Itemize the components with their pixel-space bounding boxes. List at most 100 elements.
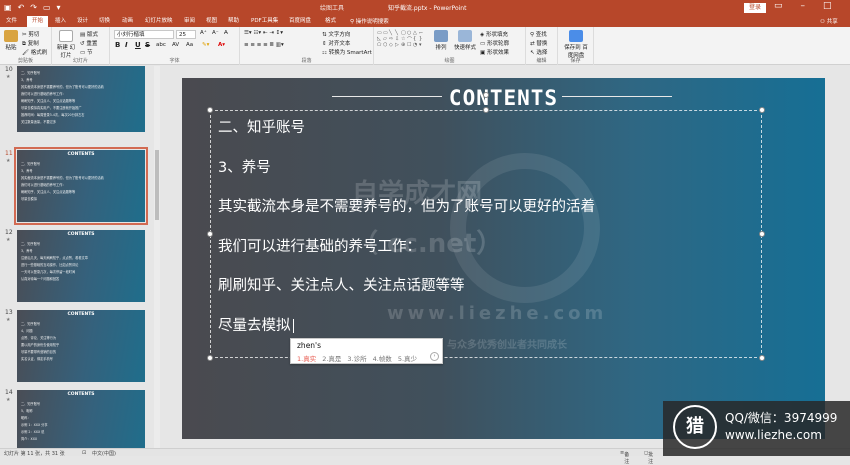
thumbnail-scrollbar[interactable]: [154, 66, 160, 448]
bullets-icon[interactable]: ☰▾ ☷▾ ⇤ ⇥ ↕▾: [244, 30, 283, 36]
thumbnail-slide-10[interactable]: 二、知乎账号 3、养号 其实截流本身是不需要养号的，但为了账号可以更好的活着 我…: [17, 66, 145, 132]
thumb-number: 11: [5, 150, 13, 157]
undo-icon[interactable]: ↶: [18, 3, 25, 12]
shape-effects-button[interactable]: ▣ 形状效果: [480, 48, 509, 56]
start-from-beginning-icon[interactable]: ▭: [43, 3, 51, 12]
comments-button[interactable]: ◻ 批注: [644, 450, 648, 456]
align-icons[interactable]: ≡ ≡ ≡ ≡ ≣ ▥▾: [244, 42, 284, 48]
shrink-font-icon[interactable]: A⁻: [212, 30, 219, 36]
tell-me-search[interactable]: ⚲ 操作说明搜索: [350, 17, 389, 25]
tab-animations[interactable]: 动画: [122, 17, 133, 27]
notes-button[interactable]: ≡ 备注: [620, 450, 624, 456]
paste-button[interactable]: 粘贴: [3, 30, 19, 51]
new-slide-button[interactable]: 新建 幻灯片: [56, 30, 76, 59]
replace-button[interactable]: ⇄ 替换: [530, 39, 547, 47]
redo-icon[interactable]: ↷: [30, 3, 37, 12]
thumbnail-slide-12[interactable]: CONTENTS 二、知乎账号 3、养号 注册后几天，每天刷刷知乎，点点赞，看看…: [17, 230, 145, 302]
group-label-clipboard: 剪贴板: [0, 57, 51, 64]
resize-handle[interactable]: [207, 231, 213, 237]
text-box-selection[interactable]: [210, 110, 762, 358]
grow-font-icon[interactable]: A⁺: [200, 30, 207, 36]
strikethrough-button[interactable]: S: [145, 41, 150, 49]
group-drawing: ▭▭╲╲▢○△⌐ ◺▱⇨⇩☆⌒{} ⬠⬡◇▷⊕☐◔▾ 排列 快速样式 ◈ 形状填…: [374, 27, 526, 65]
save-icon[interactable]: ▣: [4, 3, 12, 12]
resize-handle[interactable]: [483, 107, 489, 113]
bold-button[interactable]: B: [115, 41, 120, 49]
brand-url: www.liezhe.com: [725, 428, 822, 442]
arrange-button[interactable]: 排列: [432, 30, 450, 51]
tab-format[interactable]: 格式: [325, 17, 336, 27]
ribbon-display-icon[interactable]: ▭: [774, 1, 783, 11]
ime-candidate[interactable]: 2.真是: [322, 353, 341, 363]
thumbnail-slide-13[interactable]: CONTENTS 二、知乎账号 4、问题 点赞、评论、关注等行为 要以用户的身份…: [17, 310, 145, 382]
tab-transitions[interactable]: 切换: [99, 17, 110, 27]
shape-fill-button[interactable]: ◈ 形状填充: [480, 30, 508, 38]
group-label-drawing: 绘图: [374, 57, 525, 64]
login-button[interactable]: 登录: [744, 3, 766, 13]
animation-star-icon: ★: [6, 397, 10, 403]
change-case-button[interactable]: Aa: [186, 42, 193, 48]
ime-candidate[interactable]: 1.真实: [297, 353, 316, 363]
font-size-combo[interactable]: 25: [176, 30, 196, 39]
save-to-baidu-button[interactable]: 保存到 百度网盘: [562, 30, 590, 59]
customize-qat-icon[interactable]: ▾: [57, 3, 61, 12]
tab-slideshow[interactable]: 幻灯片放映: [145, 17, 173, 27]
tab-home[interactable]: 开始: [27, 16, 48, 27]
text-direction-button[interactable]: ⇅ 文字方向: [322, 30, 350, 38]
rotate-handle[interactable]: [483, 92, 489, 98]
group-save: 保存到 百度网盘 保存: [558, 27, 594, 65]
tab-view[interactable]: 视图: [206, 17, 217, 27]
slide-title[interactable]: CONTENTS: [182, 86, 825, 110]
quick-access-toolbar: ▣ ↶ ↷ ▭ ▾: [4, 3, 61, 12]
layout-button[interactable]: ▤ 版式: [80, 30, 98, 38]
font-name-combo[interactable]: 小刘行楷填: [114, 30, 174, 39]
minimize-icon[interactable]: –: [801, 1, 806, 11]
resize-handle[interactable]: [207, 355, 213, 361]
tab-pdf-tools[interactable]: PDF工具集: [251, 17, 278, 27]
convert-smartart-button[interactable]: ⚏ 转换为 SmartArt: [322, 48, 372, 56]
thumbnail-scroll-thumb[interactable]: [155, 150, 159, 220]
spellcheck-icon[interactable]: ⊡: [82, 450, 86, 456]
shapes-gallery[interactable]: ▭▭╲╲▢○△⌐ ◺▱⇨⇩☆⌒{} ⬠⬡◇▷⊕☐◔▾: [377, 30, 427, 54]
tab-review[interactable]: 审阅: [184, 17, 195, 27]
find-button[interactable]: ⚲ 查找: [530, 30, 547, 38]
next-page-icon[interactable]: ›: [430, 352, 439, 361]
align-text-button[interactable]: ⇕ 对齐文本: [322, 39, 350, 47]
animation-star-icon: ★: [6, 158, 10, 164]
tab-insert[interactable]: 插入: [55, 17, 66, 27]
resize-handle[interactable]: [759, 107, 765, 113]
shape-outline-button[interactable]: ▭ 形状轮廓: [480, 39, 509, 47]
ime-candidate[interactable]: 3.诊所: [347, 353, 366, 363]
new-slide-icon: [59, 30, 73, 42]
thumbnail-slide-11[interactable]: CONTENTS 二、知乎账号 3、养号 其实截流本身是不需要养号的，但为了账号…: [17, 150, 145, 222]
share-button[interactable]: ⚇ 共享: [820, 17, 838, 25]
thumbnail-slide-14[interactable]: CONTENTS 二、知乎账号 5、昵称 昵称： 示例 1：XXX 分享 示例 …: [17, 390, 145, 448]
group-label-paragraph: 段落: [240, 57, 373, 64]
reset-button[interactable]: ↺ 重置: [80, 39, 97, 47]
cut-button[interactable]: ✂ 剪切: [22, 30, 39, 38]
font-color-icon[interactable]: A▾: [218, 42, 225, 48]
tab-help[interactable]: 帮助: [228, 17, 239, 27]
char-spacing-button[interactable]: AV: [172, 42, 179, 48]
section-button[interactable]: ▭ 节: [80, 48, 92, 56]
copy-button[interactable]: ⧉ 复制: [22, 39, 39, 48]
resize-handle[interactable]: [759, 355, 765, 361]
format-painter-button[interactable]: 🖌 格式刷: [22, 48, 47, 56]
highlight-icon[interactable]: ✎▾: [202, 42, 209, 48]
resize-handle[interactable]: [759, 231, 765, 237]
italic-button[interactable]: I: [125, 41, 128, 49]
ime-candidate[interactable]: 4.帧数: [373, 353, 392, 363]
tab-baidu-netdisk[interactable]: 百度网盘: [289, 17, 311, 27]
underline-button[interactable]: U: [135, 41, 141, 49]
clear-format-icon[interactable]: A̶: [224, 30, 228, 36]
select-button[interactable]: ↖ 选择: [530, 48, 547, 56]
ime-candidate[interactable]: 5.真少: [398, 353, 417, 363]
ribbon-tabs: 文件 开始 插入 设计 切换 动画 幻灯片放映 审阅 视图 帮助 PDF工具集 …: [0, 15, 850, 27]
resize-handle[interactable]: [207, 107, 213, 113]
maximize-icon[interactable]: □: [823, 1, 832, 11]
tab-design[interactable]: 设计: [77, 17, 88, 27]
tab-file[interactable]: 文件: [6, 17, 17, 27]
shadow-button[interactable]: abc: [156, 42, 166, 48]
ime-pinyin: zhen's: [297, 341, 321, 350]
quick-styles-button[interactable]: 快速样式: [454, 30, 476, 51]
